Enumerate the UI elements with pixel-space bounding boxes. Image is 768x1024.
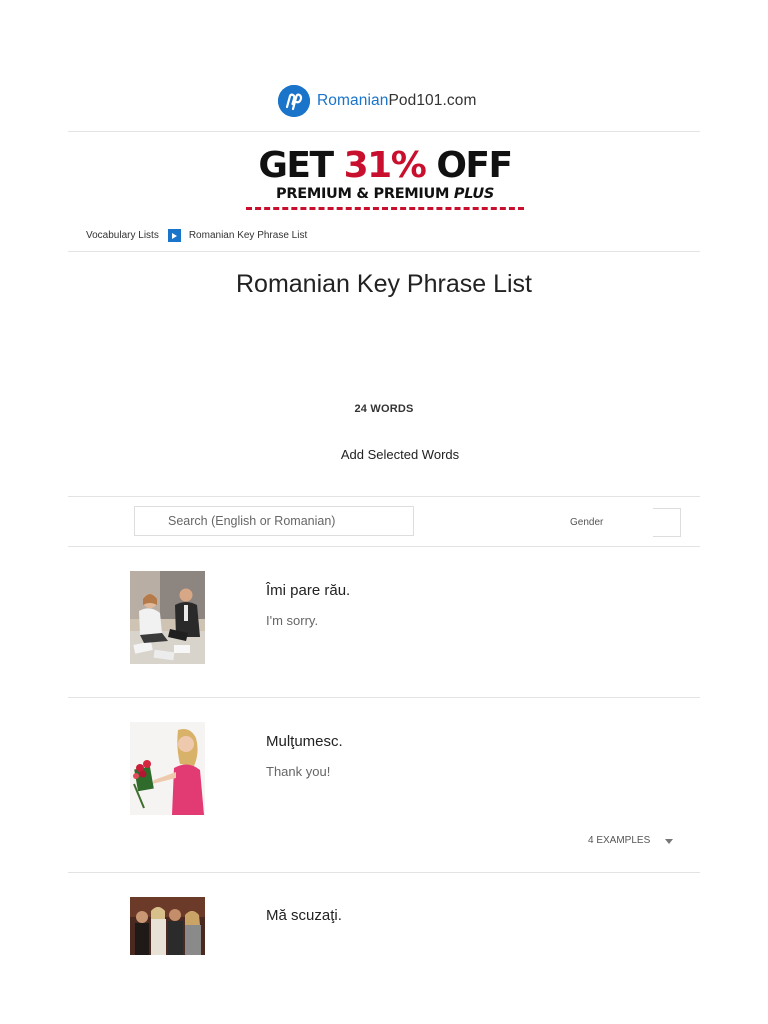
word-romanian: Îmi pare rău. (266, 582, 351, 599)
add-selected-words-button[interactable]: Add Selected Words (320, 446, 480, 463)
word-english: Thank you! (266, 764, 331, 779)
promo-subline: PREMIUM & PREMIUM PLUS (276, 186, 494, 202)
gender-filter-label: Gender (570, 517, 604, 528)
chevron-down-icon (665, 839, 674, 844)
filters-top-divider (68, 496, 700, 497)
romanianpod101-logo-icon (278, 85, 310, 117)
word-divider (68, 697, 700, 698)
filters-bottom-divider (68, 546, 700, 547)
promo-dashed-underline (246, 207, 524, 210)
examples-toggle[interactable]: 4 EXAMPLES (588, 835, 674, 846)
office-couple-sitting-floor-photo (130, 571, 205, 664)
word-english: I'm sorry. (266, 613, 319, 628)
search-input[interactable] (134, 506, 414, 536)
play-arrow-icon (167, 229, 181, 242)
logo-text: RomanianPod101.com (317, 92, 477, 109)
group-of-people-photo (130, 897, 205, 955)
word-divider (68, 872, 700, 873)
breadcrumb-current-list[interactable]: Romanian Key Phrase List (189, 230, 307, 241)
word-count: 24 WORDS (354, 403, 414, 415)
header-divider (68, 131, 700, 132)
breadcrumb-divider (68, 251, 700, 252)
breadcrumb: Vocabulary Lists Romanian Key Phrase Lis… (86, 229, 307, 242)
promo-headline: GET 31% OFF (258, 145, 513, 186)
word-romanian: Mulţumesc. (266, 733, 343, 750)
word-romanian: Mă scuzaţi. (266, 907, 342, 924)
woman-holding-flowers-photo (130, 722, 205, 815)
page-title: Romanian Key Phrase List (236, 270, 532, 298)
examples-label: 4 EXAMPLES (588, 835, 651, 846)
promo-banner[interactable]: GET 31% OFF PREMIUM & PREMIUM PLUS (240, 145, 530, 210)
gender-filter-select[interactable] (653, 508, 681, 537)
breadcrumb-vocabulary-lists[interactable]: Vocabulary Lists (86, 230, 159, 241)
site-logo[interactable]: RomanianPod101.com (278, 84, 476, 118)
